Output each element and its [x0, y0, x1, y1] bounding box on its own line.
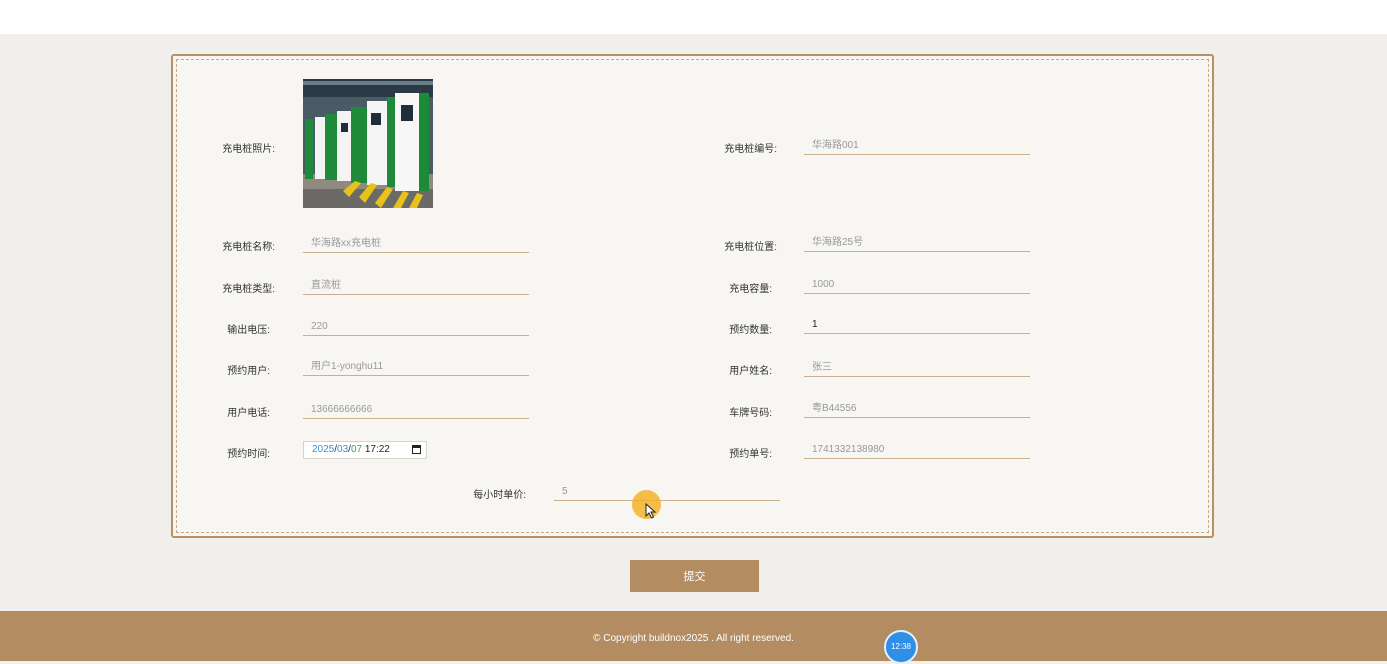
- username-field[interactable]: [804, 359, 1030, 377]
- code-field[interactable]: [804, 137, 1030, 155]
- order-field[interactable]: [804, 441, 1030, 459]
- order-label: 预约单号:: [729, 449, 772, 460]
- time-label: 预约时间:: [227, 449, 270, 460]
- location-field[interactable]: [804, 234, 1030, 252]
- user-label: 预约用户:: [227, 366, 270, 377]
- capacity-label: 充电容量:: [729, 284, 772, 295]
- clock-badge: 12:38: [884, 630, 918, 664]
- voltage-label: 输出电压:: [227, 325, 270, 336]
- phone-label: 用户电话:: [227, 408, 270, 419]
- name-label: 充电桩名称:: [222, 242, 275, 253]
- time-year: 2025: [312, 444, 335, 455]
- quantity-label: 预约数量:: [729, 325, 772, 336]
- voltage-field[interactable]: [303, 318, 529, 336]
- plate-field[interactable]: [804, 400, 1030, 418]
- time-clock: 17:22: [364, 444, 390, 455]
- code-label: 充电桩编号:: [724, 144, 777, 155]
- type-label: 充电桩类型:: [222, 284, 275, 295]
- mouse-pointer-icon: [645, 503, 657, 519]
- price-field[interactable]: [554, 483, 780, 501]
- capacity-field[interactable]: [804, 276, 1030, 294]
- submit-button[interactable]: 提交: [630, 560, 759, 592]
- charging-pile-photo: [303, 79, 433, 208]
- price-label: 每小时单价:: [473, 490, 526, 501]
- reservation-time-input[interactable]: 2025/03/07 17:22: [303, 441, 427, 459]
- phone-field[interactable]: [303, 401, 529, 419]
- name-field[interactable]: [303, 235, 529, 253]
- calendar-icon[interactable]: [412, 445, 421, 454]
- time-month: 03: [337, 444, 349, 455]
- type-field[interactable]: [303, 277, 529, 295]
- footer: © Copyright buildnox2025 . All right res…: [0, 611, 1387, 661]
- user-field[interactable]: [303, 358, 529, 376]
- username-label: 用户姓名:: [729, 366, 772, 377]
- photo-label: 充电桩照片:: [222, 144, 275, 155]
- copyright-text: © Copyright buildnox2025 . All right res…: [593, 633, 794, 644]
- time-day: 07: [350, 444, 363, 455]
- quantity-field[interactable]: [804, 316, 1030, 334]
- plate-label: 车牌号码:: [729, 408, 772, 419]
- top-bar: [0, 0, 1387, 34]
- location-label: 充电桩位置:: [724, 242, 777, 253]
